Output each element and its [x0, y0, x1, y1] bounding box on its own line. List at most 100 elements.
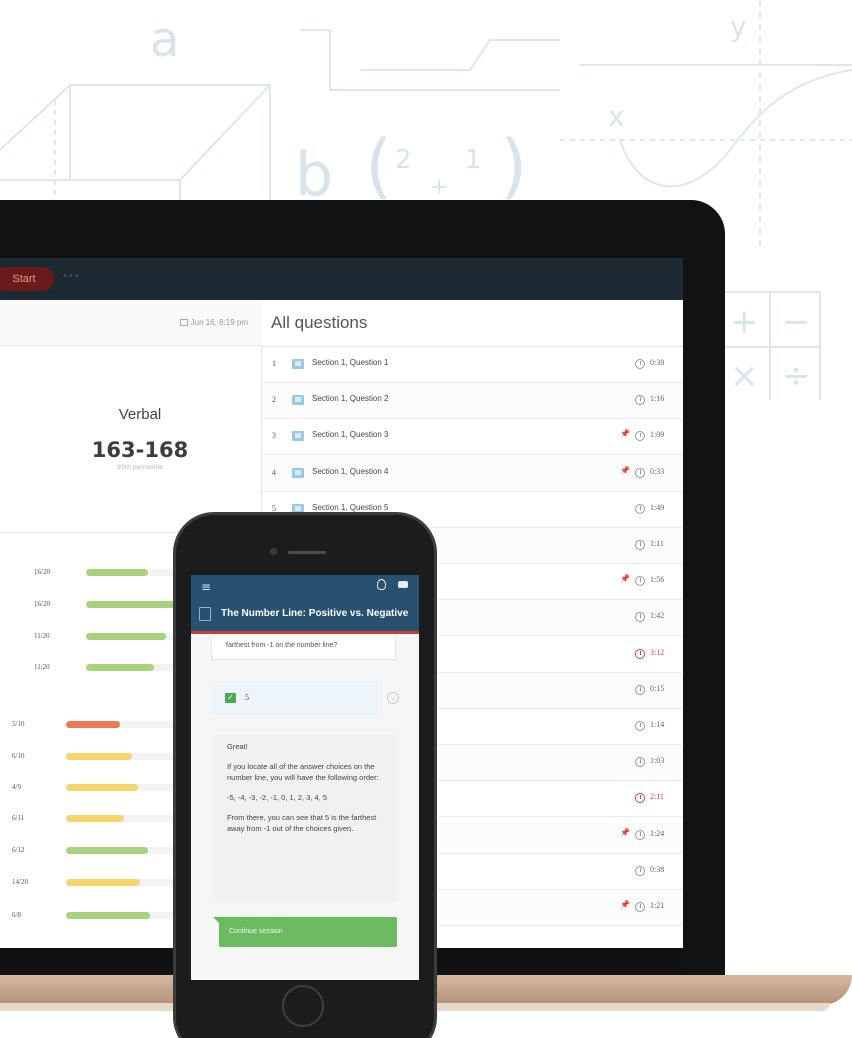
question-time: 1:56	[650, 575, 665, 585]
category-bar-score: 6/10	[12, 752, 25, 760]
question-time: 2:11	[650, 792, 664, 802]
category-bar-score: 14/20	[12, 878, 28, 886]
category-bar-track	[66, 847, 186, 854]
bg-frac-num2: 1	[465, 145, 482, 175]
question-type-icon	[292, 503, 304, 514]
explanation-line: From there, you can see that 5 is the fa…	[227, 813, 377, 833]
question-row[interactable]: 3 Section 1, Question 3 📌 1:09	[262, 419, 683, 456]
bg-divide-sign: ÷	[782, 356, 811, 396]
bg-frac-num: 2	[395, 145, 412, 175]
question-title[interactable]: Section 1, Question 2	[312, 394, 389, 403]
category-bar-fill	[66, 879, 140, 886]
question-type-icon	[292, 467, 304, 478]
question-time: 1:09	[650, 430, 665, 440]
question-time: 0:15	[650, 683, 665, 693]
question-number: 4	[272, 467, 276, 477]
category-bar-track	[66, 912, 186, 919]
category-bar-score: 16/20	[34, 568, 50, 576]
clock-icon	[635, 721, 645, 731]
category-bar-track	[66, 721, 186, 728]
selected-answer[interactable]: ✓ 5	[211, 681, 378, 715]
question-row[interactable]: 4 Section 1, Question 4 📌 0:33	[262, 455, 683, 492]
checkmark-icon: ✓	[225, 693, 236, 703]
chat-icon[interactable]	[398, 581, 408, 588]
bg-paren-right: )	[500, 125, 528, 207]
app-topbar: Start •••	[0, 258, 683, 300]
category-bar-track	[86, 664, 186, 671]
question-title[interactable]: Section 1, Question 3	[312, 430, 389, 439]
question-row[interactable]: 1 Section 1, Question 1 0:38	[262, 347, 683, 383]
explanation-line: -5, -4, -3, -2, -1, 0, 1, 2, 3, 4, 5	[227, 793, 328, 802]
clock-icon	[635, 467, 645, 478]
category-bar-track	[86, 569, 186, 576]
category-bar-fill	[66, 912, 150, 919]
clock-icon	[635, 865, 645, 876]
category-bar-fill	[66, 784, 138, 791]
question-type-icon	[292, 359, 304, 369]
clock-icon	[635, 503, 645, 514]
bg-letter-a: a	[150, 12, 180, 68]
continue-session-button[interactable]: Continue session	[219, 917, 397, 947]
phone-camera	[270, 548, 277, 555]
category-bar-track	[86, 633, 186, 640]
question-time: 1:24	[650, 828, 665, 838]
category-bar-track	[66, 815, 186, 822]
category-bar-score: 16/20	[34, 600, 50, 608]
category-bar-fill	[86, 664, 154, 671]
pin-icon: 📌	[620, 827, 630, 837]
phone-screen: ≡ The Number Line: Positive vs. Negative…	[191, 575, 419, 980]
clock-icon	[635, 431, 645, 442]
question-time: 1:03	[650, 756, 665, 766]
bg-plus-sign: +	[730, 302, 759, 342]
question-title[interactable]: Section 1, Question 1	[312, 358, 389, 367]
category-bar-track	[66, 879, 186, 886]
phone-device: ≡ The Number Line: Positive vs. Negative…	[176, 515, 434, 1038]
question-title[interactable]: Section 1, Question 5	[312, 503, 389, 512]
category-bar-fill	[86, 633, 166, 640]
category-bar-score: 6/8	[12, 911, 21, 919]
clock-icon	[635, 757, 645, 768]
bg-letter-y: y	[730, 10, 747, 43]
category-bar-track	[86, 601, 186, 608]
category-bar-fill	[86, 601, 181, 608]
question-number: 5	[272, 503, 276, 513]
topbar-more-icon[interactable]: •••	[62, 271, 80, 282]
question-time: 1:11	[650, 539, 664, 548]
category-bar-fill	[86, 569, 148, 576]
lesson-app-bar: ≡ The Number Line: Positive vs. Negative	[191, 575, 419, 631]
question-type-icon	[292, 395, 304, 406]
question-title[interactable]: Section 1, Question 4	[312, 467, 389, 476]
score-percentile: 95th percentile	[117, 464, 163, 471]
question-time: 1:16	[650, 394, 665, 404]
question-row[interactable]: 2 Section 1, Question 2 1:16	[262, 383, 683, 420]
question-time: 1:49	[650, 502, 665, 512]
bg-letter-x: x	[608, 100, 625, 133]
chevron-down-icon[interactable]: ⌄	[387, 692, 399, 704]
pin-icon: 📌	[620, 465, 630, 475]
session-date-text: Jun 16, 8:19 pm	[190, 318, 248, 327]
pin-icon: 📌	[620, 429, 630, 439]
explanation-line: Great!	[227, 742, 248, 751]
category-bar-fill	[66, 815, 124, 822]
score-range: 163-168	[91, 438, 189, 462]
clock-icon	[635, 612, 645, 623]
pin-icon: 📌	[620, 574, 630, 584]
all-questions-title: All questions	[271, 313, 368, 332]
clock-icon	[635, 829, 645, 840]
clock-icon	[635, 684, 645, 695]
answer-text: 5	[245, 693, 249, 702]
start-button[interactable]: Start	[0, 267, 54, 291]
question-text: farthest from -1 on the number line?	[226, 642, 338, 649]
category-bar-score: 6/11	[12, 814, 25, 822]
lesson-title: The Number Line: Positive vs. Negative	[221, 608, 409, 619]
lesson-calendar-icon	[199, 607, 211, 621]
lightbulb-icon[interactable]	[377, 579, 386, 590]
clock-icon	[635, 793, 645, 804]
question-number: 3	[272, 431, 276, 441]
question-time: 0:33	[650, 466, 665, 476]
category-bar-fill	[66, 753, 132, 760]
explanation-text: Great! If you locate all of the answer c…	[227, 741, 389, 843]
menu-icon[interactable]: ≡	[201, 580, 211, 594]
question-time: 1:42	[650, 611, 665, 621]
score-section-label: Verbal	[118, 406, 162, 423]
